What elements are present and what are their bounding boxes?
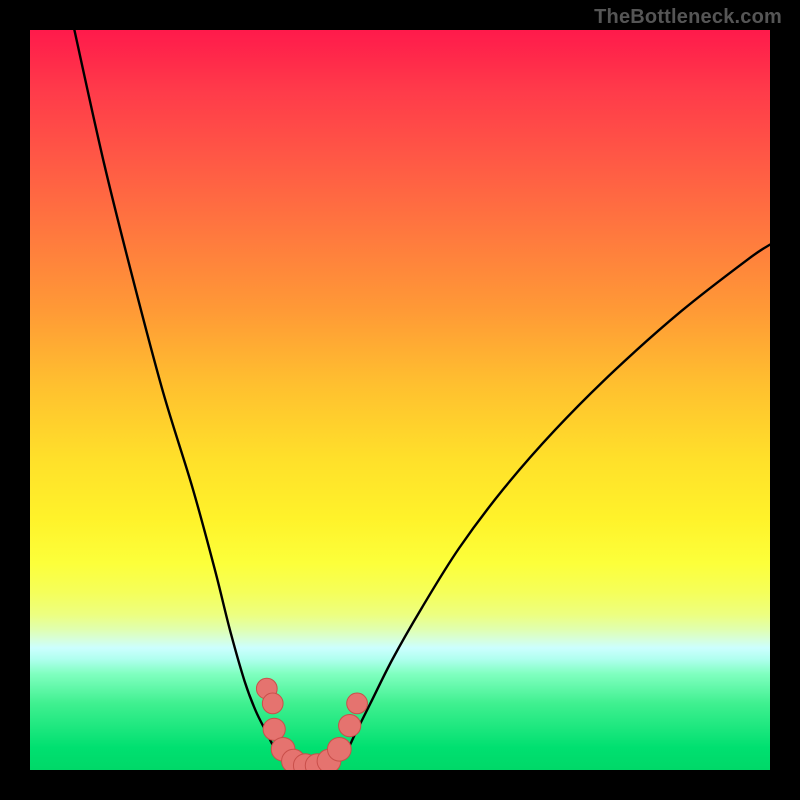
data-marker xyxy=(339,715,361,737)
data-marker xyxy=(327,737,351,761)
plot-area xyxy=(30,30,770,770)
bottleneck-curve-path xyxy=(74,30,770,769)
data-markers xyxy=(256,678,367,770)
curve-layer xyxy=(30,30,770,770)
bottleneck-curve xyxy=(74,30,770,769)
data-marker xyxy=(262,693,283,714)
chart-frame: TheBottleneck.com xyxy=(0,0,800,800)
data-marker xyxy=(347,693,368,714)
attribution-label: TheBottleneck.com xyxy=(594,6,782,29)
